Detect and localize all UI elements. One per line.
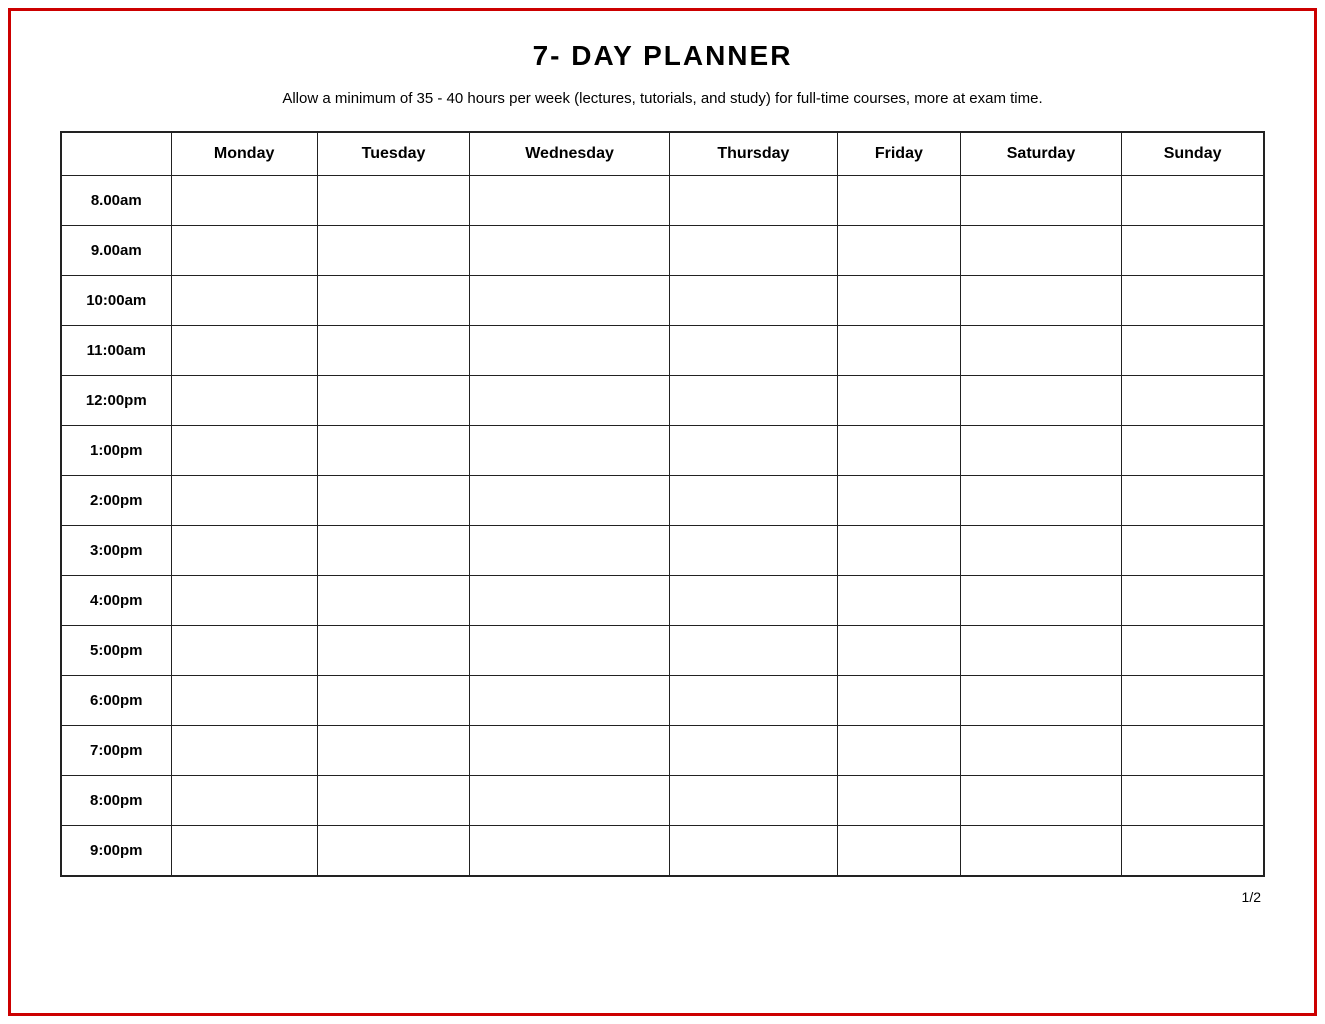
- page-border: [8, 8, 1317, 1016]
